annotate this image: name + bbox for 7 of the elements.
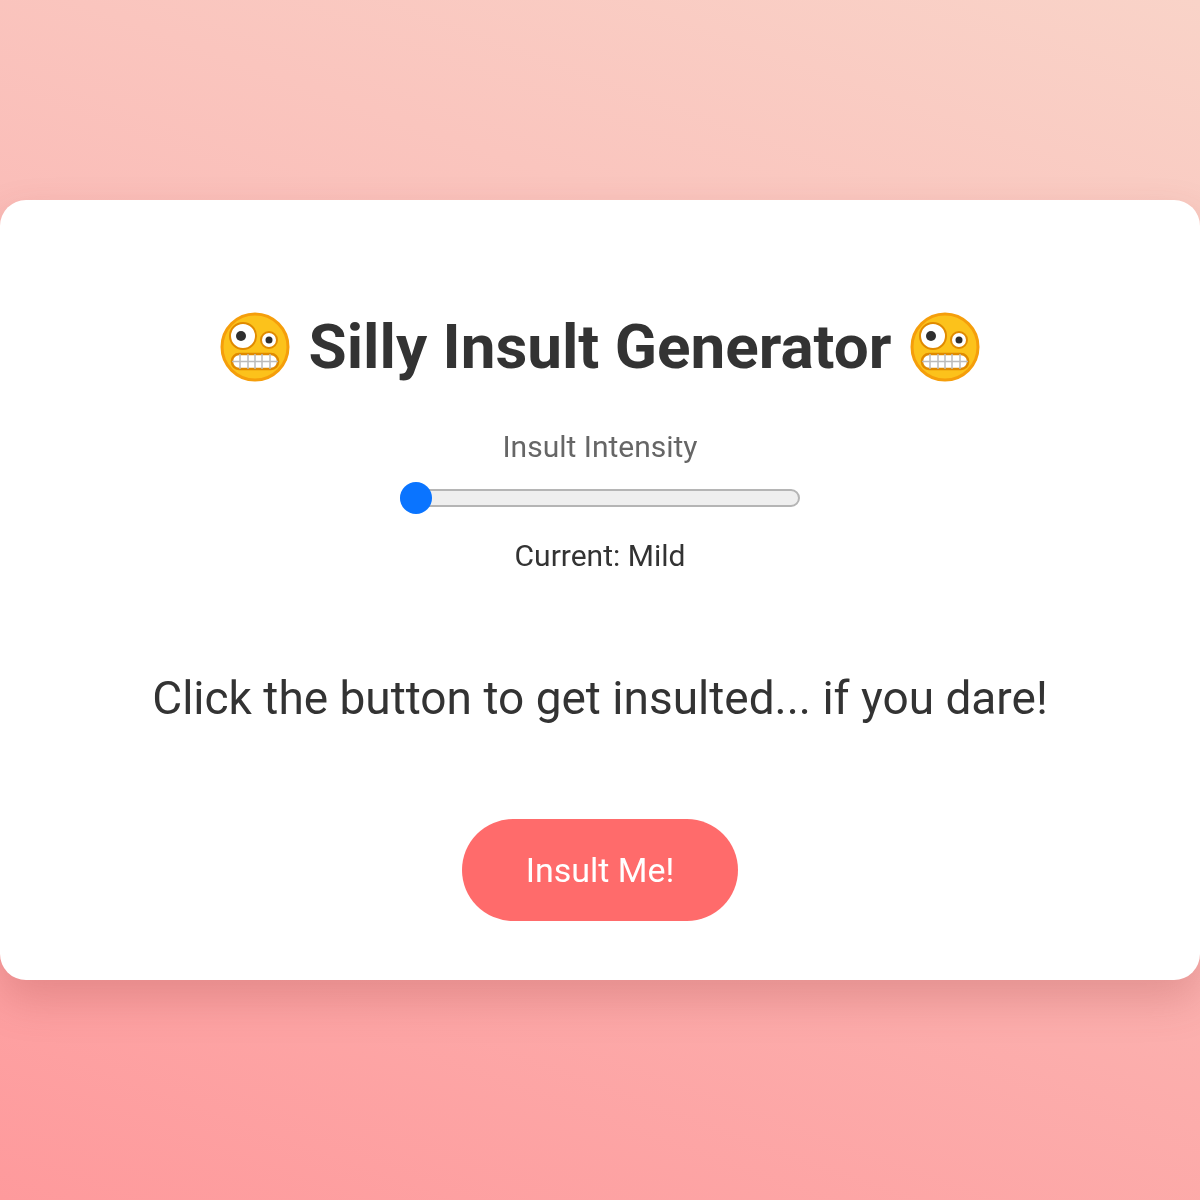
slider-label: Insult Intensity <box>502 429 698 464</box>
slider-thumb[interactable] <box>400 482 432 514</box>
app-title: Silly Insult Generator <box>308 310 892 383</box>
prompt-message: Click the button to get insulted... if you dare! <box>152 671 1048 725</box>
intensity-slider[interactable] <box>400 482 800 514</box>
intensity-reading: Current: Mild <box>514 538 686 573</box>
insult-button[interactable]: Insult Me! <box>462 819 738 921</box>
